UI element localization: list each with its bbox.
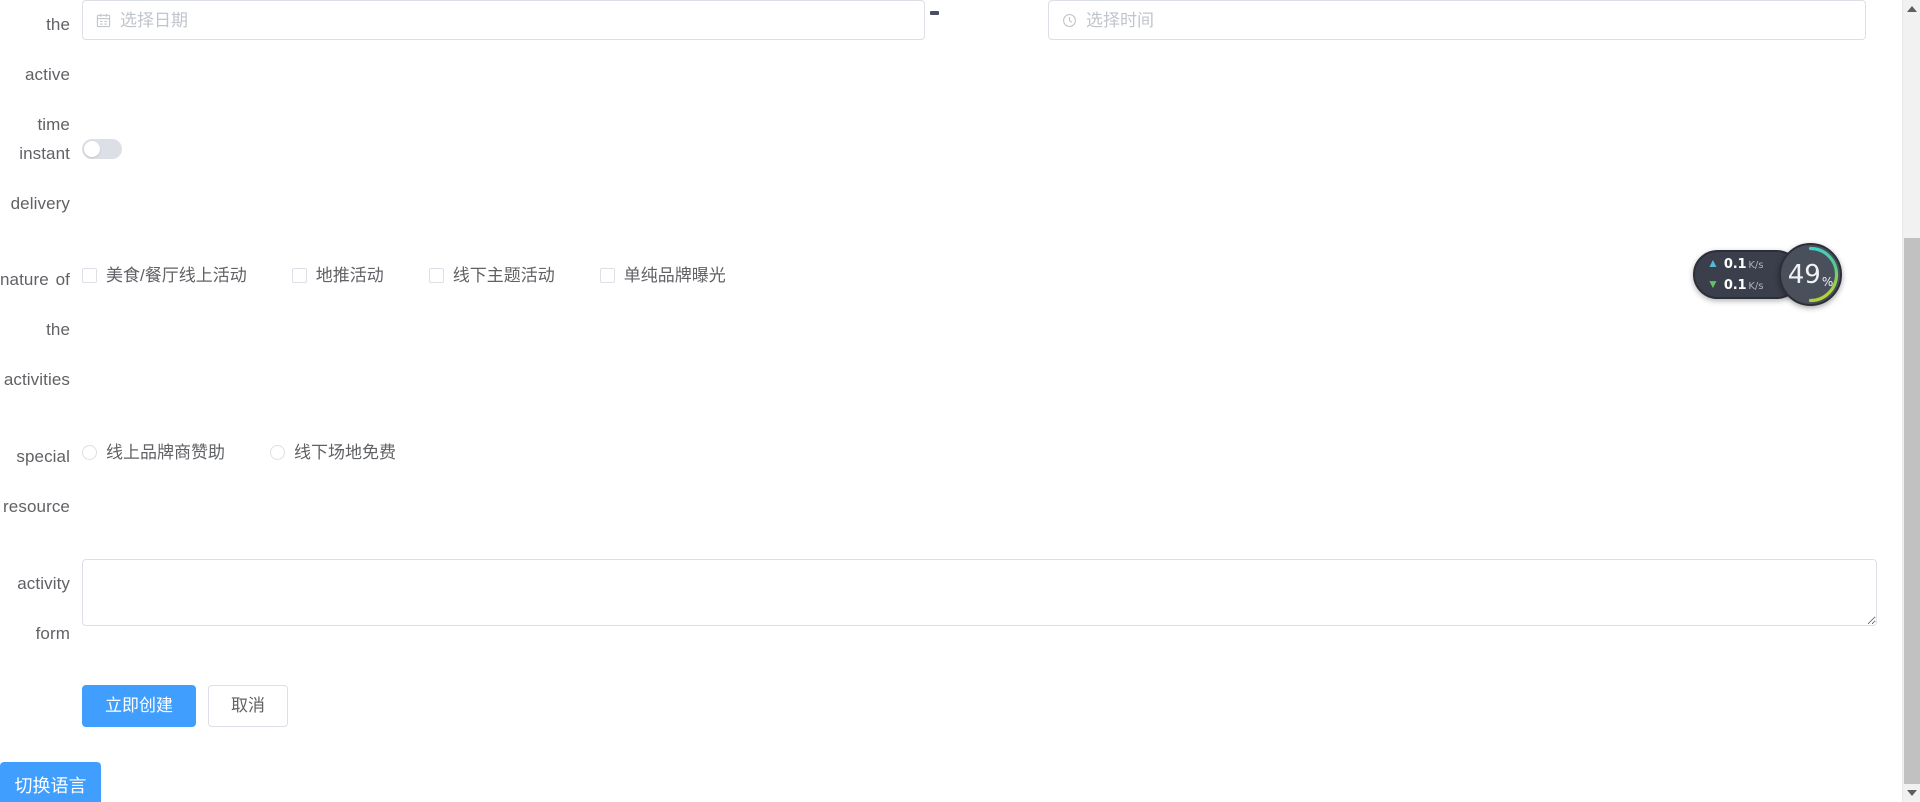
radio-label: 线上品牌商赞助 [106, 442, 225, 462]
time-picker-input[interactable]: 选择时间 [1048, 0, 1866, 40]
checkbox-box[interactable] [599, 267, 615, 283]
switch-language-button[interactable]: 切换语言 [0, 762, 101, 802]
switch-knob [84, 141, 100, 157]
triangle-down-icon [1906, 790, 1917, 796]
checkbox-box[interactable] [428, 267, 444, 283]
gauge-percent-wrap: 49 % [1781, 245, 1840, 304]
upload-speed-value: 0.1 [1723, 256, 1747, 272]
datetime-range-wrap: 选择日期 选择时间 [82, 0, 1902, 40]
checkbox-box[interactable] [82, 267, 97, 283]
instant-delivery-switch[interactable] [82, 139, 122, 159]
label-activity-form: activity form [17, 574, 70, 643]
checkbox-item[interactable]: 线下主题活动 [428, 265, 555, 285]
clock-icon [1061, 12, 1077, 28]
form-row-active-time: the active time 选择日期 选择时间 [0, 0, 1902, 150]
checkbox-box[interactable] [291, 267, 307, 283]
arrow-down-icon: ▼ [1707, 276, 1719, 291]
upload-speed-unit: K/s [1748, 259, 1764, 271]
label-instant-delivery: instant delivery [10, 144, 70, 213]
control-activity-form [82, 559, 1902, 626]
checkbox-label: 美食/餐厅线上活动 [106, 265, 247, 285]
checkbox-item[interactable]: 单纯品牌曝光 [599, 265, 726, 285]
page-scrollbar[interactable] [1902, 0, 1920, 802]
activity-create-form: the active time 选择日期 选择时间 instant delive… [0, 0, 1902, 802]
download-speed-unit: K/s [1748, 280, 1764, 292]
activity-nature-checkbox-group: 美食/餐厅线上活动 地推活动 线下主题活动 单纯品牌曝光 [82, 255, 1902, 295]
cancel-button[interactable]: 取消 [208, 685, 288, 727]
download-speed-value: 0.1 [1723, 277, 1747, 293]
form-row-activity-nature: nature of the activities 美食/餐厅线上活动 地推活动 … [0, 255, 1902, 405]
page-root: the active time 选择日期 选择时间 instant delive… [0, 0, 1920, 802]
form-row-instant-delivery: instant delivery [0, 129, 1902, 229]
checkbox-label: 线下主题活动 [452, 265, 555, 285]
calendar-icon [95, 12, 111, 28]
gauge-percent-value: 49 [1787, 259, 1821, 290]
form-row-special-resource: special resource 线上品牌商赞助 线下场地免费 [0, 432, 1902, 532]
form-row-activity-form: activity form [0, 559, 1902, 659]
date-picker-input[interactable]: 选择日期 [82, 0, 925, 40]
gauge-percent-symbol: % [1821, 275, 1834, 289]
radio-item[interactable]: 线下场地免费 [270, 444, 396, 461]
checkbox-item[interactable]: 美食/餐厅线上活动 [82, 267, 247, 284]
activity-form-textarea[interactable] [82, 559, 1877, 626]
control-instant-delivery [82, 129, 1902, 169]
control-special-resource: 线上品牌商赞助 线下场地免费 [82, 432, 1902, 472]
range-separator [930, 11, 939, 15]
cpu-usage-gauge: 49 % [1779, 243, 1842, 306]
label-active-time: the active time [24, 15, 70, 134]
special-resource-radio-group: 线上品牌商赞助 线下场地免费 [82, 432, 1902, 472]
network-speed-widget[interactable]: ▲ 0.1 K/s ▼ 0.1 K/s 49 % [1693, 243, 1845, 306]
scrollbar-thumb[interactable] [1904, 238, 1920, 784]
checkbox-label: 单纯品牌曝光 [623, 265, 726, 285]
arrow-up-icon: ▲ [1707, 255, 1719, 270]
form-row-actions: 立即创建 取消 [0, 685, 1902, 727]
triangle-up-icon [1906, 6, 1917, 12]
checkbox-label: 地推活动 [315, 265, 384, 285]
date-picker-placeholder: 选择日期 [120, 10, 188, 30]
label-activity-nature: nature of the activities [0, 270, 71, 389]
control-actions: 立即创建 取消 [82, 685, 1902, 727]
radio-box[interactable] [82, 444, 97, 460]
scroll-down-button[interactable] [1903, 784, 1920, 802]
checkbox-item[interactable]: 地推活动 [291, 265, 384, 285]
radio-label: 线下场地免费 [294, 442, 396, 462]
radio-box[interactable] [270, 444, 285, 460]
scroll-up-button[interactable] [1903, 0, 1920, 18]
control-activity-nature: 美食/餐厅线上活动 地推活动 线下主题活动 单纯品牌曝光 [82, 255, 1902, 295]
label-special-resource: special resource [3, 447, 70, 516]
submit-button[interactable]: 立即创建 [82, 685, 196, 727]
radio-item[interactable]: 线上品牌商赞助 [82, 444, 225, 461]
action-button-row: 立即创建 取消 [82, 685, 1902, 727]
control-active-time: 选择日期 选择时间 [82, 0, 1902, 40]
time-picker-placeholder: 选择时间 [1086, 10, 1154, 30]
